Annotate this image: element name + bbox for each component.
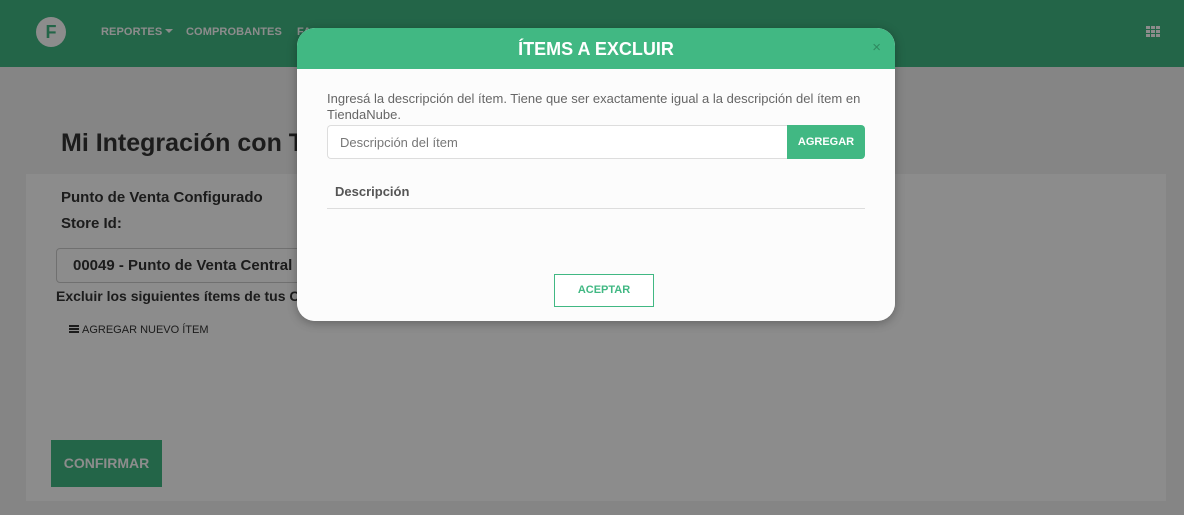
agregar-button[interactable]: AGREGAR bbox=[787, 125, 865, 159]
item-description-input[interactable] bbox=[327, 125, 787, 159]
items-table-header: Descripción bbox=[327, 179, 865, 209]
modal-body: Ingresá la descripción del ítem. Tiene q… bbox=[297, 69, 895, 321]
help-text: Ingresá la descripción del ítem. Tiene q… bbox=[327, 91, 861, 122]
modal-header: ÍTEMS A EXCLUIR × bbox=[297, 28, 895, 69]
close-icon[interactable]: × bbox=[872, 40, 881, 55]
modal-title: ÍTEMS A EXCLUIR bbox=[518, 39, 674, 59]
aceptar-button[interactable]: ACEPTAR bbox=[554, 274, 654, 307]
exclude-items-modal: ÍTEMS A EXCLUIR × Ingresá la descripción… bbox=[297, 28, 895, 321]
column-header-descripcion: Descripción bbox=[335, 184, 410, 199]
